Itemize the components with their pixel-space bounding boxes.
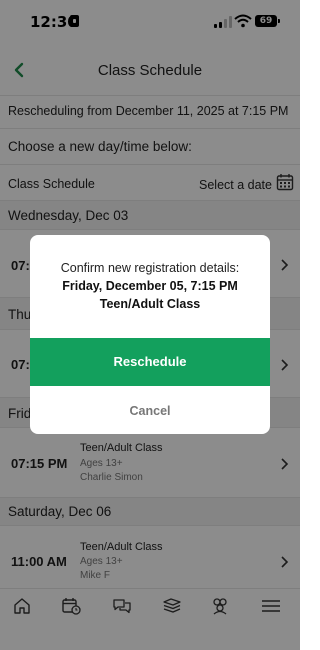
- reschedule-button[interactable]: Reschedule: [30, 338, 270, 386]
- cancel-button[interactable]: Cancel: [30, 388, 270, 434]
- dialog-message: Confirm new registration details:: [60, 261, 240, 275]
- dialog-datetime: Friday, December 05, 7:15 PM: [62, 279, 238, 293]
- confirm-dialog: Confirm new registration details: Friday…: [30, 235, 270, 434]
- dialog-class-name: Teen/Adult Class: [99, 297, 201, 311]
